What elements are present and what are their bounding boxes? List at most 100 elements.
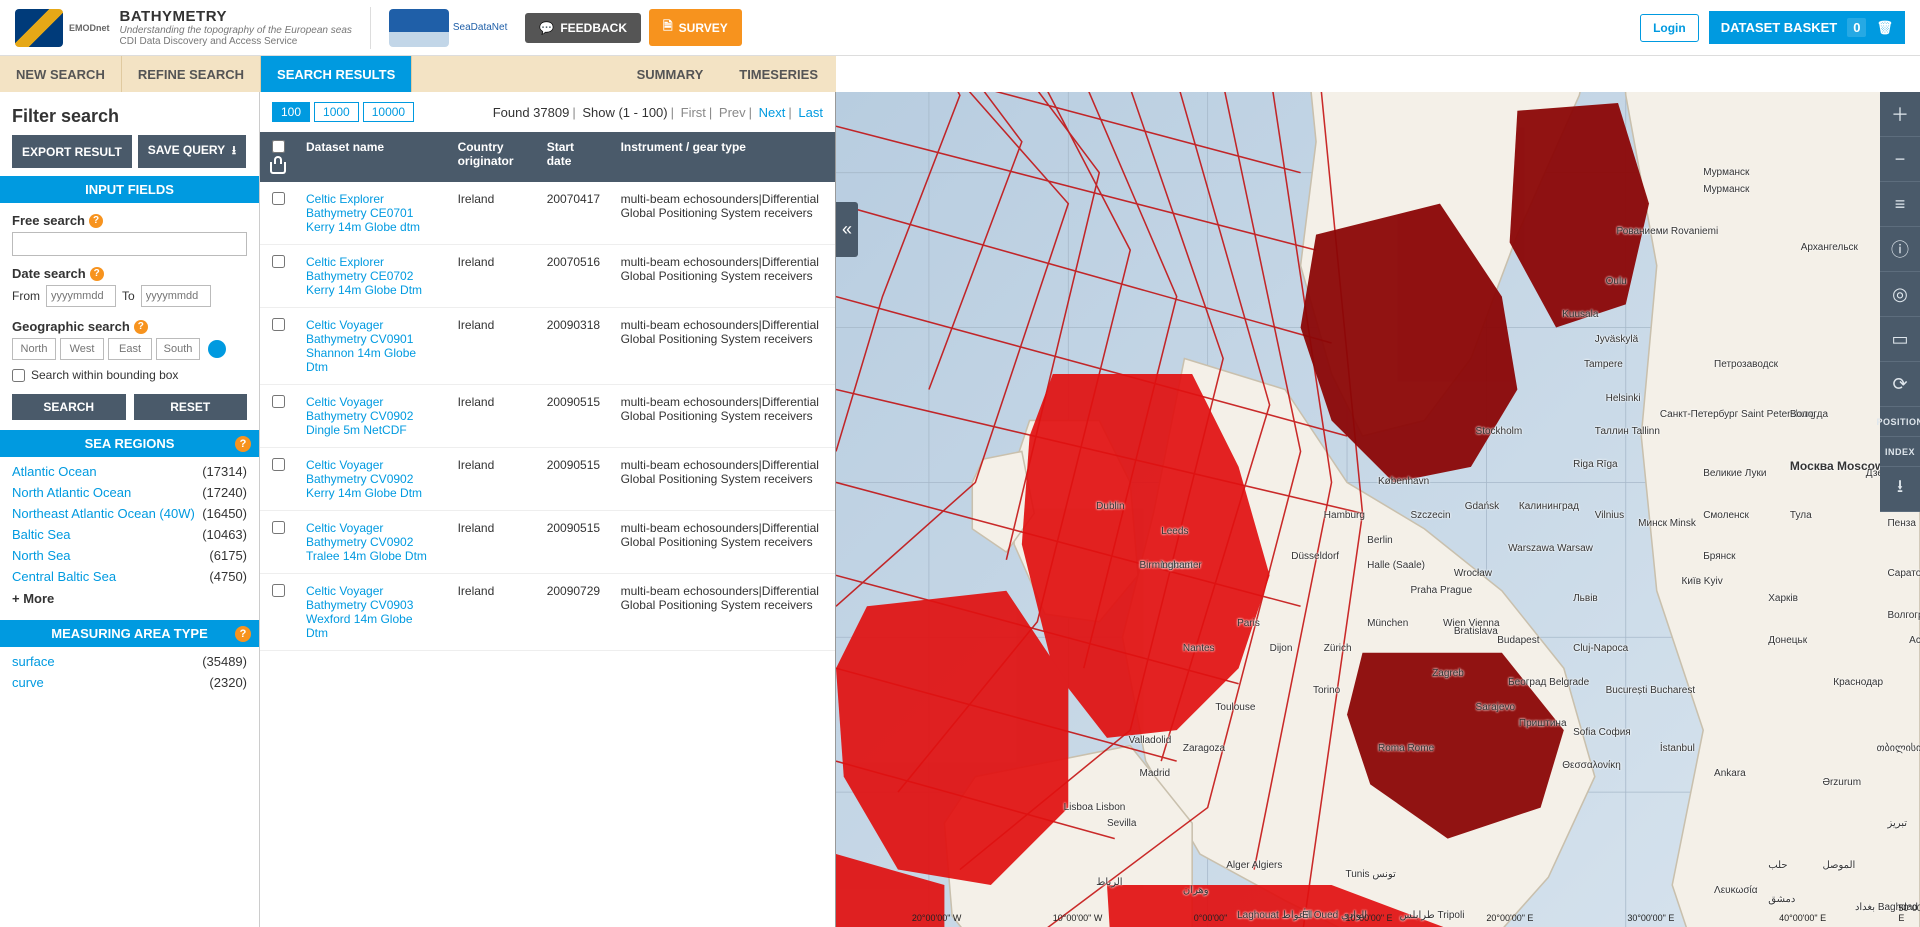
- facet-link[interactable]: Northeast Atlantic Ocean (40W): [12, 506, 195, 521]
- zoom-out-button[interactable]: −: [1880, 137, 1920, 182]
- row-checkbox[interactable]: [272, 318, 285, 331]
- page-size-10000[interactable]: 10000: [363, 102, 414, 122]
- map-view[interactable]: « ＋ − ≡ ⓘ ◎ ▭ ⟳ POSITION INDEX ⭳ Мурманс…: [836, 92, 1920, 927]
- feedback-button[interactable]: 💬 FEEDBACK: [525, 13, 641, 43]
- emodnet-logo[interactable]: EMODnet: [15, 9, 110, 47]
- zoom-in-button[interactable]: ＋: [1880, 92, 1920, 137]
- dataset-link[interactable]: Celtic Voyager Bathymetry CV0902 Tralee …: [306, 521, 427, 563]
- page-size-100[interactable]: 100: [272, 102, 310, 122]
- col-country[interactable]: Country originator: [448, 132, 537, 182]
- map-city-label: Краснодар: [1833, 677, 1883, 688]
- bbox-checkbox[interactable]: [12, 369, 25, 382]
- basket-count: 0: [1847, 18, 1866, 37]
- row-checkbox[interactable]: [272, 395, 285, 408]
- row-checkbox[interactable]: [272, 192, 285, 205]
- download-map-button[interactable]: ⭳: [1880, 467, 1920, 512]
- tab-new-search[interactable]: NEW SEARCH: [0, 56, 122, 92]
- west-input[interactable]: [60, 338, 104, 360]
- map-city-label: الرباط: [1096, 877, 1122, 888]
- page-next[interactable]: Next: [759, 105, 786, 120]
- tab-search-results[interactable]: SEARCH RESULTS: [261, 56, 412, 92]
- help-icon[interactable]: ?: [235, 626, 251, 642]
- search-button[interactable]: SEARCH: [12, 394, 126, 420]
- dataset-link[interactable]: Celtic Explorer Bathymetry CE0701 Kerry …: [306, 192, 420, 234]
- facet-link[interactable]: North Atlantic Ocean: [12, 485, 131, 500]
- sea-regions-head[interactable]: SEA REGIONS ?: [0, 430, 259, 457]
- info-button[interactable]: ⓘ: [1880, 227, 1920, 272]
- measuring-area-head[interactable]: MEASURING AREA TYPE ?: [0, 620, 259, 647]
- facet-link[interactable]: Atlantic Ocean: [12, 464, 97, 479]
- cell-country: Ireland: [448, 574, 537, 651]
- more-link[interactable]: + More: [12, 587, 247, 610]
- facet-link[interactable]: Baltic Sea: [12, 527, 71, 542]
- help-icon[interactable]: ?: [89, 214, 103, 228]
- export-result-button[interactable]: EXPORT RESULT: [12, 135, 132, 168]
- row-checkbox[interactable]: [272, 458, 285, 471]
- from-label: From: [12, 289, 40, 303]
- table-row: Celtic Voyager Bathymetry CV0902 Kerry 1…: [260, 448, 835, 511]
- north-input[interactable]: [12, 338, 56, 360]
- basket-label: DATASET BASKET: [1721, 20, 1838, 35]
- reset-button[interactable]: RESET: [134, 394, 248, 420]
- survey-button[interactable]: 🗎 SURVEY: [649, 9, 742, 46]
- help-icon[interactable]: ?: [134, 320, 148, 334]
- tab-refine-search[interactable]: REFINE SEARCH: [122, 56, 261, 92]
- col-instrument[interactable]: Instrument / gear type: [611, 132, 835, 182]
- row-checkbox[interactable]: [272, 255, 285, 268]
- map-city-label: Oulu: [1606, 276, 1627, 287]
- map-coord-label: 10°00'00" E: [1345, 913, 1392, 923]
- bbox-label: Search within bounding box: [31, 368, 178, 382]
- facet-link[interactable]: North Sea: [12, 548, 71, 563]
- header-subtitle1: Understanding the topography of the Euro…: [120, 25, 352, 36]
- reset-view-button[interactable]: ⟳: [1880, 362, 1920, 407]
- login-button[interactable]: Login: [1640, 14, 1699, 42]
- dataset-basket[interactable]: DATASET BASKET 0 🗑: [1709, 11, 1905, 44]
- south-input[interactable]: [156, 338, 200, 360]
- dataset-link[interactable]: Celtic Voyager Bathymetry CV0903 Wexford…: [306, 584, 413, 640]
- basket-icon[interactable]: [270, 162, 286, 174]
- select-button[interactable]: ▭: [1880, 317, 1920, 362]
- layers-button[interactable]: ≡: [1880, 182, 1920, 227]
- map-collapse-button[interactable]: «: [836, 202, 858, 257]
- dataset-link[interactable]: Celtic Explorer Bathymetry CE0702 Kerry …: [306, 255, 422, 297]
- facet-link[interactable]: curve: [12, 675, 44, 690]
- dataset-link[interactable]: Celtic Voyager Bathymetry CV0902 Dingle …: [306, 395, 413, 437]
- map-city-label: Донецьк: [1768, 635, 1807, 646]
- trash-icon[interactable]: 🗑: [1876, 20, 1893, 36]
- map-city-label: Смоленск: [1703, 510, 1749, 521]
- map-city-label: Волгоград: [1887, 610, 1920, 621]
- map-city-label: München: [1367, 618, 1408, 629]
- free-search-input[interactable]: [12, 232, 247, 256]
- chevron-left-icon: «: [842, 219, 852, 240]
- select-all-checkbox[interactable]: [272, 140, 285, 153]
- map-city-label: Torino: [1313, 685, 1340, 696]
- tab-summary[interactable]: SUMMARY: [619, 56, 722, 92]
- east-input[interactable]: [108, 338, 152, 360]
- map-coord-label: 40°00'00" E: [1779, 913, 1826, 923]
- col-name[interactable]: Dataset name: [296, 132, 448, 182]
- facet-link[interactable]: surface: [12, 654, 55, 669]
- map-city-label: Warszawa Warsaw: [1508, 543, 1593, 554]
- dataset-link[interactable]: Celtic Voyager Bathymetry CV0902 Kerry 1…: [306, 458, 422, 500]
- seadatanet-label: SeaDataNet: [453, 22, 507, 33]
- col-start[interactable]: Start date: [537, 132, 611, 182]
- dataset-link[interactable]: Celtic Voyager Bathymetry CV0901 Shannon…: [306, 318, 416, 374]
- refresh-icon: ⟳: [1892, 374, 1907, 395]
- row-checkbox[interactable]: [272, 584, 285, 597]
- tab-timeseries[interactable]: TIMESERIES: [721, 56, 836, 92]
- help-icon[interactable]: ?: [235, 436, 251, 452]
- facet-item: Northeast Atlantic Ocean (40W)(16450): [12, 503, 247, 524]
- facet-link[interactable]: Central Baltic Sea: [12, 569, 116, 584]
- seadatanet-logo[interactable]: [389, 9, 449, 47]
- page-last[interactable]: Last: [798, 105, 823, 120]
- page-size-1000[interactable]: 1000: [314, 102, 359, 122]
- row-checkbox[interactable]: [272, 521, 285, 534]
- map-coord-label: 0°00'00": [1194, 913, 1228, 923]
- help-icon[interactable]: ?: [90, 267, 104, 281]
- globe-icon[interactable]: [208, 340, 226, 358]
- map-city-label: Düsseldorf: [1291, 551, 1339, 562]
- date-from-input[interactable]: [46, 285, 116, 307]
- locate-button[interactable]: ◎: [1880, 272, 1920, 317]
- date-to-input[interactable]: [141, 285, 211, 307]
- save-query-button[interactable]: SAVE QUERY ⭳: [138, 135, 246, 168]
